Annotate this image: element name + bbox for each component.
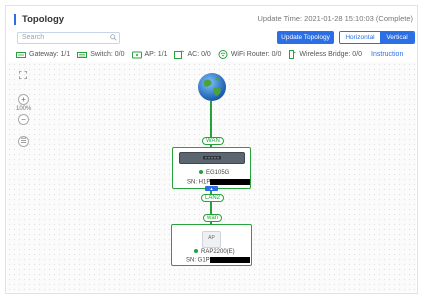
ap-sn-redaction <box>209 257 250 263</box>
search-icon[interactable] <box>110 34 117 41</box>
ap-device-icon: AP <box>202 231 221 248</box>
legend-gateway-label: Gateway: 1/1 <box>29 51 71 58</box>
zoom-in-button[interactable]: + <box>18 94 29 105</box>
wan-link-line <box>210 101 212 141</box>
menu-icon[interactable]: ☰ <box>18 136 29 147</box>
legend-wifi-router: WiFi Router: 0/0 <box>218 50 282 59</box>
gateway-status-dot <box>199 170 203 175</box>
ap-name-text: RAP2200(E) <box>201 249 235 255</box>
gateway-node[interactable]: EG105G SN: H1P <box>172 147 251 189</box>
ap-status-dot <box>194 249 198 254</box>
fullscreen-icon[interactable] <box>19 71 27 79</box>
legend-ap: AP: 1/1 <box>131 51 168 59</box>
vertical-button[interactable]: Vertical <box>380 32 414 43</box>
device-legend: Gateway: 1/1 Switch: 0/0 AP: 1/1 AC: 0/0… <box>16 50 403 59</box>
instruction-link[interactable]: Instruction <box>371 51 403 58</box>
gateway-icon <box>16 51 26 58</box>
ap-node[interactable]: AP RAP2200(E) SN: G1P <box>171 224 252 266</box>
ac-icon <box>174 50 185 59</box>
update-time: Update Time: 2021-01-28 15:10:03 (Comple… <box>257 14 413 23</box>
legend-switch: Switch: 0/0 <box>77 51 125 59</box>
ap-icon <box>131 51 142 58</box>
update-topology-button[interactable]: Update Topology <box>277 31 334 44</box>
ap-sn-text: SN: G1P <box>186 257 210 264</box>
ap-sn: SN: G1P <box>186 257 250 264</box>
legend-wireless-bridge: Wireless Bridge: 0/0 <box>288 50 362 59</box>
lan-port-label: LAN2 <box>201 194 225 202</box>
gateway-sn-text: SN: H1P <box>187 179 211 186</box>
title-accent <box>14 13 16 25</box>
legend-switch-label: Switch: 0/0 <box>90 51 125 58</box>
horizontal-button[interactable]: Horizontal <box>340 32 380 43</box>
gateway-device-icon <box>179 152 245 164</box>
wan-port-label: WAN <box>202 137 224 145</box>
page-header: Topology <box>14 12 64 26</box>
search-input[interactable]: Search <box>17 32 120 44</box>
layout-toggle: Horizontal Vertical <box>339 31 415 44</box>
switch-icon <box>77 51 88 58</box>
gateway-sn: SN: H1P <box>187 179 251 186</box>
gateway-sn-redaction <box>210 179 251 185</box>
wifi-router-icon <box>218 50 228 59</box>
zoom-out-button[interactable]: − <box>18 114 29 125</box>
wireless-bridge-icon <box>289 50 297 59</box>
ap-name: RAP2200(E) <box>194 249 235 255</box>
zoom-level: 100% <box>16 106 32 112</box>
gateway-name: EG105G <box>199 170 229 176</box>
legend-ap-label: AP: 1/1 <box>144 51 168 58</box>
legend-wireless-bridge-label: Wireless Bridge: 0/0 <box>299 51 363 58</box>
page-title: Topology <box>22 13 65 25</box>
legend-ac: AC: 0/0 <box>174 50 211 59</box>
legend-ac-label: AC: 0/0 <box>187 51 211 58</box>
legend-wifi-router-label: WiFi Router: 0/0 <box>230 51 282 58</box>
internet-globe-icon <box>198 73 226 101</box>
gateway-name-text: EG105G <box>206 170 230 176</box>
legend-gateway: Gateway: 1/1 <box>16 51 70 59</box>
ap-port-label: wan <box>203 214 223 222</box>
